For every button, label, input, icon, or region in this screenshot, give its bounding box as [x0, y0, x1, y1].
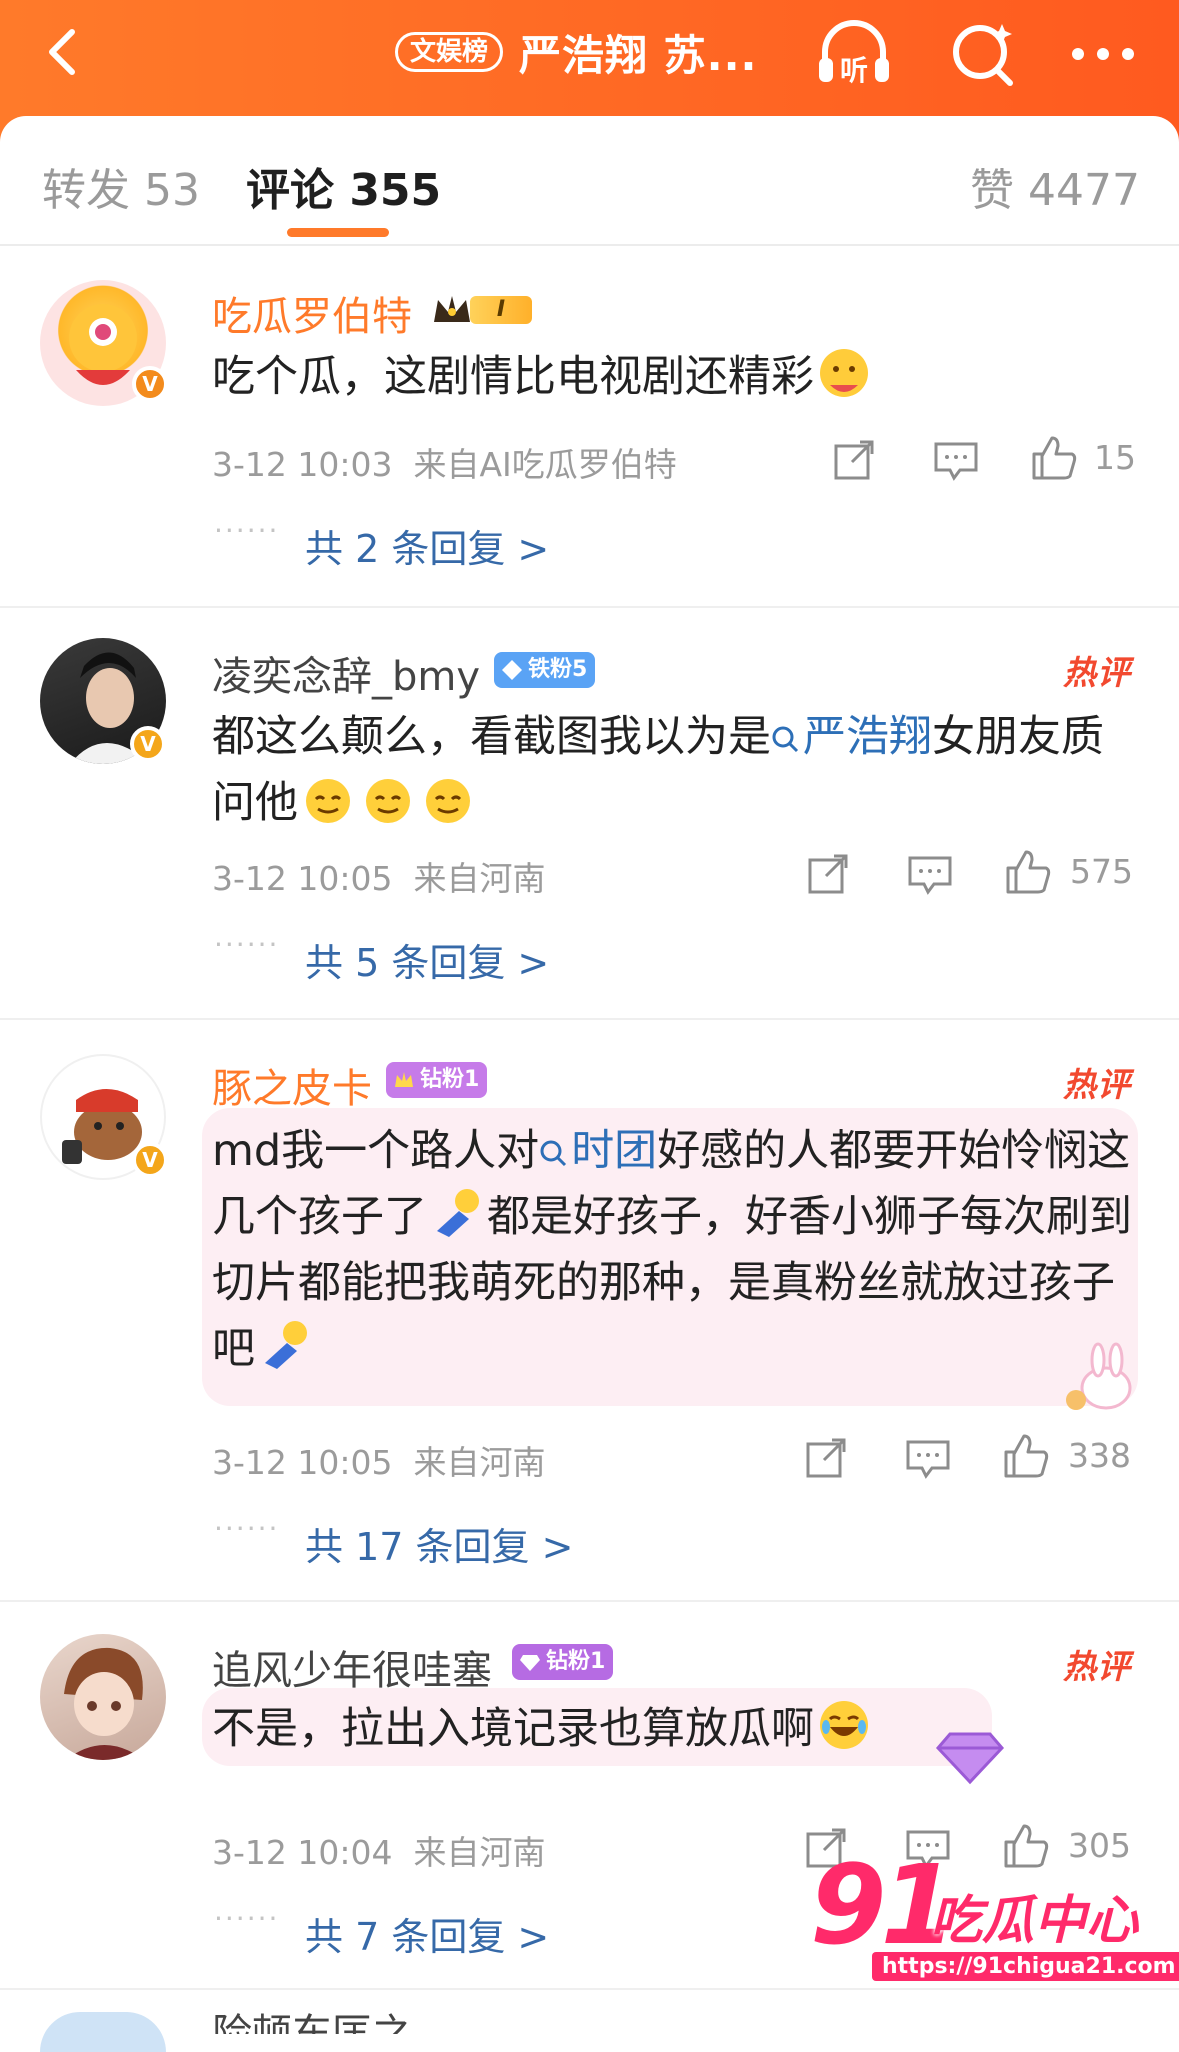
view-replies-link[interactable]: 共 7 条回复 >: [305, 1906, 549, 1961]
verified-badge-icon: V: [132, 366, 168, 402]
comment-icon[interactable]: [904, 1434, 952, 1482]
like-count: 575: [1070, 852, 1133, 891]
view-replies-link[interactable]: 共 17 条回复 >: [305, 1516, 573, 1571]
username[interactable]: 吃瓜罗伯特: [212, 284, 412, 342]
vip-level-badge: I: [430, 290, 542, 330]
verified-badge-icon: V: [130, 726, 166, 762]
comment-text: 吃个瓜，这剧情比电视剧还精彩: [212, 344, 1142, 410]
share-icon[interactable]: [830, 436, 878, 484]
reply-dots: ······: [214, 928, 280, 961]
hot-comment-label: 热评: [1063, 1065, 1131, 1104]
like-icon[interactable]: [1004, 848, 1052, 896]
username[interactable]: 豚之皮卡: [212, 1056, 372, 1114]
watermark-brand: 吃瓜中心: [930, 1891, 1139, 1951]
page-title: 严浩翔 苏...: [519, 30, 758, 80]
crown-icon: [434, 296, 470, 322]
eating-melon-emoji-icon: [820, 349, 868, 397]
search-icon: [540, 1140, 567, 1167]
username-partial[interactable]: 险顿东匡之: [212, 2010, 412, 2034]
comment-item: V 凌奕念辞_bmy 铁粉5 热评 都这么颠么，看截图我以为是 严浩翔女朋友质问他…: [0, 610, 1179, 1020]
comment-body: 不是，拉出入境记录也算放瓜啊: [212, 1704, 814, 1754]
tab-reposts[interactable]: 转发 53: [42, 154, 200, 218]
tab-bar: 转发 53 评论 355 赞 4477: [0, 116, 1179, 246]
headphones-icon[interactable]: 听: [815, 18, 893, 90]
diamond-icon: [520, 1655, 540, 1671]
avatar[interactable]: [40, 1634, 166, 1760]
laugh-cry-emoji-icon: [820, 1701, 868, 1749]
listen-label: 听: [840, 54, 868, 87]
share-icon[interactable]: [804, 850, 852, 898]
back-chevron-icon[interactable]: [34, 22, 94, 82]
kneeling-emoji-icon: [265, 1321, 307, 1369]
like-count: 15: [1094, 438, 1136, 477]
crown-gem-icon: [395, 1072, 413, 1087]
comment-body: md我一个路人对: [212, 1126, 540, 1176]
fan-badge: 钻粉1: [512, 1644, 614, 1680]
more-icon[interactable]: [1064, 18, 1142, 90]
like-icon[interactable]: [1002, 1432, 1050, 1480]
view-replies-link[interactable]: 共 5 条回复 >: [305, 932, 549, 987]
share-icon[interactable]: [802, 1434, 850, 1482]
comment-body: 吃个瓜，这剧情比电视剧还精彩: [212, 352, 814, 402]
comment-icon[interactable]: [932, 436, 980, 484]
avatar[interactable]: [40, 2012, 166, 2052]
search-icon: [772, 726, 799, 753]
diamond-sticker-icon: [935, 1732, 1005, 1785]
timestamp: 3-12 10:03 来自AI吃瓜罗伯特: [212, 445, 677, 484]
diamond-icon: [502, 660, 522, 680]
active-tab-indicator: [287, 228, 389, 237]
verified-badge-icon: V: [132, 1142, 168, 1178]
comment-text: 都这么颠么，看截图我以为是 严浩翔女朋友质问他: [212, 704, 1142, 836]
bunny-sticker-icon: [1066, 1342, 1132, 1410]
timestamp: 3-12 10:05 来自河南: [212, 859, 546, 898]
kneeling-emoji-icon: [437, 1189, 479, 1237]
timestamp: 3-12 10:05 来自河南: [212, 1443, 546, 1482]
fan-badge: 钻粉1: [386, 1062, 488, 1098]
category-tag[interactable]: 文娱榜: [395, 32, 504, 72]
title-area: 文娱榜 严浩翔 苏...: [395, 22, 758, 82]
reply-dots: ······: [214, 1902, 280, 1935]
tab-comments[interactable]: 评论 355: [246, 154, 441, 218]
topic-link[interactable]: 严浩翔: [771, 712, 932, 762]
anime-boy-avatar-icon: [64, 1647, 144, 1760]
comment-body: 都这么颠么，看截图我以为是: [212, 712, 771, 762]
thinking-emoji-icon: [426, 779, 470, 823]
username[interactable]: 追风少年很哇塞: [212, 1638, 492, 1696]
comment-icon[interactable]: [906, 850, 954, 898]
thinking-emoji-icon: [306, 779, 350, 823]
topic-link[interactable]: 时团: [539, 1126, 657, 1176]
reply-dots: ······: [214, 1512, 280, 1545]
like-count: 338: [1068, 1436, 1131, 1475]
hot-comment-label: 热评: [1063, 653, 1131, 692]
comment-item: V 吃瓜罗伯特 I 吃个瓜，这剧情比电视剧还精彩 3-12 10:03 来自AI…: [0, 248, 1179, 608]
level-label: I: [470, 296, 532, 324]
hot-comment-label: 热评: [1063, 1647, 1131, 1686]
fan-badge: 铁粉5: [494, 652, 596, 688]
watermark-url: https://91chigua21.com: [872, 1952, 1179, 1981]
site-watermark: 91 吃瓜中心 https://91chigua21.com: [810, 1850, 1179, 2000]
reply-dots: ······: [214, 514, 280, 547]
tab-likes[interactable]: 赞 4477: [970, 154, 1140, 218]
comment-item: V 豚之皮卡 钻粉1 热评 md我一个路人对 时团好感的人都要开始怜悯这几个孩子了…: [0, 1022, 1179, 1602]
like-icon[interactable]: [1030, 434, 1078, 482]
view-replies-link[interactable]: 共 2 条回复 >: [305, 518, 549, 573]
timestamp: 3-12 10:04 来自河南: [212, 1833, 546, 1872]
search-icon[interactable]: [944, 18, 1022, 90]
username[interactable]: 凌奕念辞_bmy: [212, 644, 480, 702]
thinking-emoji-icon: [366, 779, 410, 823]
comment-text: md我一个路人对 时团好感的人都要开始怜悯这几个孩子了 都是好孩子，好香小狮子每次刷…: [212, 1118, 1142, 1382]
